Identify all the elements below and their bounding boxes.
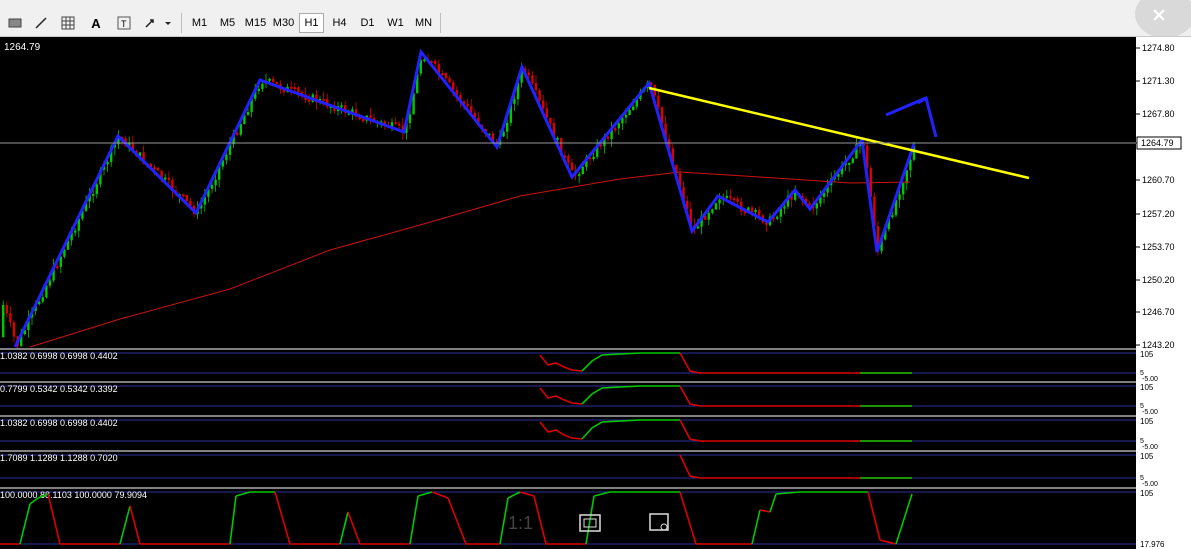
arrow-icon[interactable]	[142, 13, 174, 33]
line-icon[interactable]	[30, 13, 52, 33]
indicator-values: 1.0382 0.6998 0.6998 0.4402	[0, 351, 118, 361]
rectangle-icon[interactable]	[4, 13, 26, 33]
indicator-panel: 1.0382 0.6998 0.6998 0.4402 1055-5.00	[0, 348, 1191, 383]
timeframe-mn[interactable]: MN	[411, 13, 436, 33]
ratio-label: 1:1	[508, 513, 533, 533]
price-axis-label: 1246.70	[1142, 307, 1175, 317]
price-axis-label: 1267.80	[1142, 109, 1175, 119]
timeframe-d1[interactable]: D1	[355, 13, 380, 33]
top-left-price: 1264.79	[4, 42, 41, 53]
indicator-axis-bottom: -5.00	[1142, 481, 1158, 488]
timeframe-w1[interactable]: W1	[383, 13, 408, 33]
indicator-values: 0.7799 0.5342 0.5342 0.3392	[0, 384, 118, 394]
price-axis-label: 1250.20	[1142, 275, 1175, 285]
grid-icon[interactable]	[57, 13, 79, 33]
indicator-axis-top: 105	[1140, 417, 1154, 426]
timeframe-m5[interactable]: M5	[215, 13, 240, 33]
indicator-axis-top: 105	[1140, 350, 1154, 359]
current-price-label: 1264.79	[1141, 138, 1174, 148]
indicator-values: 1.0382 0.6998 0.6998 0.4402	[0, 418, 118, 428]
chart-toolbar	[0, 10, 1191, 37]
indicator-axis-top: 105	[1140, 383, 1154, 392]
price-axis-label: 1274.80	[1142, 43, 1175, 53]
price-axis-label: 1257.20	[1142, 209, 1175, 219]
indicator-panel: 0.7799 0.5342 0.5342 0.3392 1055-5.00	[0, 381, 1191, 416]
price-axis-label: 1260.70	[1142, 175, 1175, 185]
toolbar-separator	[440, 13, 441, 33]
timeframe-m1[interactable]: M1	[187, 13, 212, 33]
timeframe-h4[interactable]: H4	[327, 13, 352, 33]
indicator-axis-bottom: -5.00	[1142, 444, 1158, 451]
indicator-axis-top: 105	[1140, 489, 1154, 498]
price-axis-label: 1271.30	[1142, 76, 1175, 86]
timeframe-m30[interactable]: M30	[271, 13, 296, 33]
timeframe-h1[interactable]: H1	[299, 13, 324, 33]
indicator-values: 1.7089 1.1289 1.1288 0.7020	[0, 453, 118, 463]
svg-text:T: T	[121, 19, 127, 29]
indicator-values: 100.0000 88.1103 100.0000 79.9094	[0, 490, 147, 500]
indicator-panel: 1.0382 0.6998 0.6998 0.4402 1055-5.00	[0, 415, 1191, 451]
price-axis-label: 1253.70	[1142, 242, 1175, 252]
bottom-axis-label: 17.976	[1140, 540, 1165, 549]
price-chart[interactable]: 1274.80 1271.30 1267.80 1264.79 1260.70 1257.…	[0, 37, 1191, 549]
timeframe-m15[interactable]: M15	[243, 13, 268, 33]
indicator-axis-bottom: -5.00	[1142, 409, 1158, 416]
indicator-axis-top: 105	[1140, 452, 1154, 461]
text-icon[interactable]: A	[86, 13, 106, 33]
close-button[interactable]	[1131, 0, 1191, 38]
indicator-panel: 1.7089 1.1289 1.1288 0.7020 1055-5.00	[0, 450, 1191, 488]
toolbar-separator	[181, 13, 182, 33]
text-label-icon[interactable]: T	[114, 13, 134, 33]
